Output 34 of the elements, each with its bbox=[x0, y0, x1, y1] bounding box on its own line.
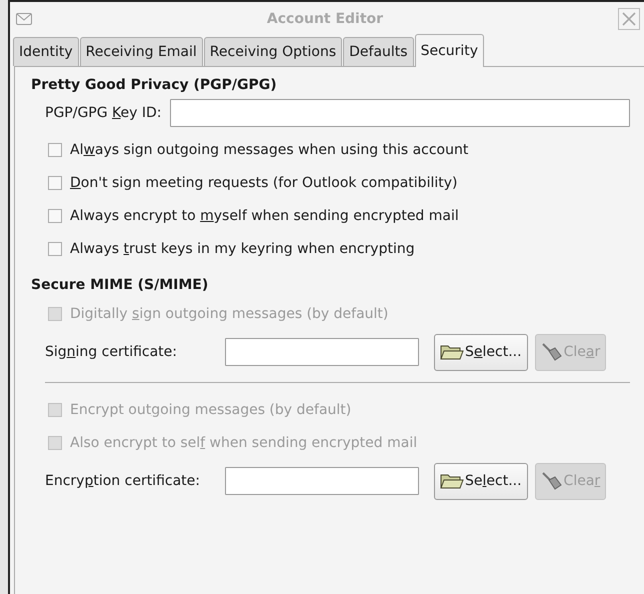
checkbox[interactable] bbox=[48, 242, 62, 256]
key-id-field[interactable] bbox=[170, 99, 630, 127]
checkbox[interactable] bbox=[48, 208, 62, 222]
close-icon bbox=[620, 10, 638, 28]
tab[interactable]: Receiving Email bbox=[80, 37, 203, 66]
section-heading: Secure MIME (S/MIME) bbox=[31, 277, 210, 293]
close-button[interactable] bbox=[618, 8, 640, 30]
select-button[interactable]: Select... bbox=[434, 462, 528, 500]
folder-icon bbox=[440, 343, 464, 361]
checkbox[interactable] bbox=[48, 176, 62, 190]
field-label: Signing certificate: bbox=[45, 344, 178, 360]
certificate-field[interactable] bbox=[225, 467, 419, 495]
checkbox[interactable] bbox=[48, 142, 62, 156]
broom-icon bbox=[540, 471, 563, 491]
tab[interactable]: Receiving Options bbox=[204, 37, 342, 66]
tab[interactable]: Security bbox=[414, 34, 484, 67]
tab[interactable]: Defaults bbox=[343, 37, 414, 66]
certificate-field[interactable] bbox=[225, 338, 419, 366]
tab[interactable]: Identity bbox=[13, 37, 79, 66]
checkbox-label: Always sign outgoing messages when using this account bbox=[70, 142, 468, 158]
checkbox-label: Don't sign meeting requests (for Outlook compatibility) bbox=[70, 174, 458, 190]
folder-icon bbox=[440, 472, 464, 490]
checkbox-label: Always encrypt to myself when sending encrypted mail bbox=[70, 208, 459, 224]
checkbox-label: Digitally sign outgoing messages (by default) bbox=[70, 306, 388, 322]
window-title: Account Editor bbox=[266, 11, 384, 27]
field-label: Encryption certificate: bbox=[45, 473, 201, 489]
checkbox-label: Encrypt outgoing messages (by default) bbox=[70, 402, 352, 418]
section-heading: Pretty Good Privacy (PGP/GPG) bbox=[31, 77, 278, 93]
checkbox-label: Also encrypt to self when sending encrypted mail bbox=[70, 434, 418, 450]
field-label: PGP/GPG Key ID: bbox=[45, 105, 162, 121]
broom-icon bbox=[540, 342, 563, 362]
checkbox-label: Always trust keys in my keyring when encrypting bbox=[70, 240, 415, 256]
select-button[interactable]: Select... bbox=[434, 334, 528, 370]
envelope-icon bbox=[16, 13, 32, 25]
